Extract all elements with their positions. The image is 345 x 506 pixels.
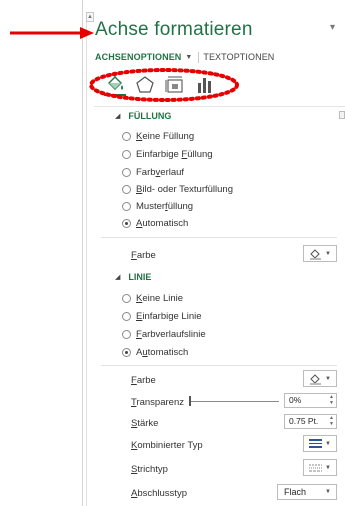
size-properties-icon[interactable] — [164, 74, 186, 96]
option-icon-row — [104, 70, 234, 100]
tab-axis-options-dropdown-icon[interactable]: ▼ — [185, 54, 192, 61]
radio-button-selected[interactable] — [122, 347, 131, 357]
fill-color-button[interactable]: ▼ — [303, 245, 337, 262]
compound-lines-icon — [309, 439, 323, 448]
radio-button[interactable] — [122, 167, 131, 177]
paint-bucket-icon — [310, 248, 322, 260]
pane-scrollbar[interactable] — [86, 12, 94, 506]
collapse-triangle-icon: ◢ — [115, 113, 121, 120]
chevron-down-icon: ▼ — [325, 489, 331, 495]
width-label: Stärke — [131, 418, 159, 429]
line-color-label: Farbe — [131, 375, 156, 386]
radio-button[interactable] — [122, 184, 131, 194]
line-option-gradient[interactable]: Farbverlaufslinie — [122, 327, 206, 341]
pane-title: Achse formatieren — [95, 19, 253, 40]
red-arrow-annotation — [10, 27, 94, 39]
fill-option-pattern[interactable]: Musterfüllung — [122, 199, 193, 213]
fill-option-automatic[interactable]: Automatisch — [122, 216, 188, 230]
pane-options-dropdown-icon[interactable]: ▾ — [330, 22, 335, 33]
transparency-value: 0% — [289, 395, 302, 405]
compound-type-label: Kombinierter Typ — [131, 440, 203, 451]
spinner-arrows-icon[interactable]: ▲ ▼ — [329, 415, 334, 427]
transparency-label: Transparenz — [131, 397, 184, 408]
compound-type-button[interactable]: ▼ — [303, 435, 337, 452]
tab-text-options[interactable]: TEXTOPTIONEN — [203, 52, 274, 62]
cap-type-dropdown[interactable]: Flach ▼ — [277, 484, 337, 500]
collapse-triangle-icon: ◢ — [115, 274, 121, 281]
radio-button[interactable] — [122, 311, 131, 321]
transparency-slider-track[interactable] — [189, 401, 279, 402]
pane-tabs: ACHSENOPTIONEN ▼ TEXTOPTIONEN — [95, 50, 274, 64]
pane-scroll-up-arrow[interactable]: ▲ — [86, 12, 94, 22]
cap-type-value: Flach — [284, 487, 307, 497]
dash-type-button[interactable]: ▼ — [303, 459, 337, 476]
radio-button[interactable] — [122, 293, 131, 303]
tab-separator — [198, 51, 200, 63]
chevron-down-icon: ▼ — [325, 375, 331, 382]
fill-color-label: Farbe — [131, 250, 156, 261]
line-section-header[interactable]: ◢ LINIE — [115, 272, 151, 282]
radio-label: Bild- oder Texturfüllung — [136, 183, 233, 195]
radio-label: Einfarbige Füllung — [136, 148, 213, 160]
line-option-solid[interactable]: Einfarbige Linie — [122, 309, 202, 323]
fill-line-icon[interactable] — [104, 74, 126, 96]
spinner-arrows-icon[interactable]: ▲ ▼ — [329, 394, 334, 406]
radio-label: Keine Linie — [136, 292, 184, 304]
radio-label: Automatisch — [136, 346, 189, 358]
radio-button[interactable] — [122, 131, 131, 141]
transparency-slider-handle[interactable] — [189, 396, 191, 406]
line-option-none[interactable]: Keine Linie — [122, 291, 183, 305]
radio-label: Farbverlaufslinie — [136, 328, 206, 340]
transparency-spinner[interactable]: 0% ▲ ▼ — [284, 393, 337, 408]
fill-option-none[interactable]: Keine Füllung — [122, 129, 194, 143]
divider — [101, 237, 337, 238]
radio-label: Keine Füllung — [136, 130, 195, 142]
radio-button-selected[interactable] — [122, 218, 131, 228]
fill-section-header[interactable]: ◢ FÜLLUNG — [115, 111, 171, 121]
line-color-button[interactable]: ▼ — [303, 370, 337, 387]
tab-axis-options[interactable]: ACHSENOPTIONEN — [95, 52, 181, 62]
options-scroll-up-arrow[interactable] — [339, 111, 345, 119]
fill-option-picture[interactable]: Bild- oder Texturfüllung — [122, 182, 233, 196]
cap-type-label: Abschlusstyp — [131, 488, 187, 499]
chevron-down-icon: ▼ — [325, 250, 331, 257]
radio-button[interactable] — [122, 329, 131, 339]
radio-label: Farbverlauf — [136, 166, 185, 178]
width-spinner[interactable]: 0.75 Pt. ▲ ▼ — [284, 414, 337, 429]
radio-button[interactable] — [122, 201, 131, 211]
effects-pentagon-icon[interactable] — [134, 74, 156, 96]
paint-bucket-icon — [310, 373, 322, 385]
line-section-title: LINIE — [128, 272, 152, 282]
fill-section-title: FÜLLUNG — [128, 111, 172, 121]
width-value: 0.75 Pt. — [289, 416, 319, 426]
line-option-automatic[interactable]: Automatisch — [122, 345, 188, 359]
axis-options-icon[interactable] — [194, 74, 216, 96]
radio-button[interactable] — [122, 149, 131, 159]
chevron-down-icon: ▼ — [325, 440, 331, 447]
dash-type-label: Strichtyp — [131, 464, 168, 475]
radio-label: Musterfüllung — [136, 200, 194, 212]
fill-option-solid[interactable]: Einfarbige Füllung — [122, 147, 213, 161]
radio-label: Einfarbige Linie — [136, 310, 202, 322]
divider — [101, 365, 337, 366]
fill-option-gradient[interactable]: Farbverlauf — [122, 165, 184, 179]
radio-label: Automatisch — [136, 217, 189, 229]
dash-lines-icon — [309, 464, 323, 472]
chevron-down-icon: ▼ — [325, 464, 331, 471]
